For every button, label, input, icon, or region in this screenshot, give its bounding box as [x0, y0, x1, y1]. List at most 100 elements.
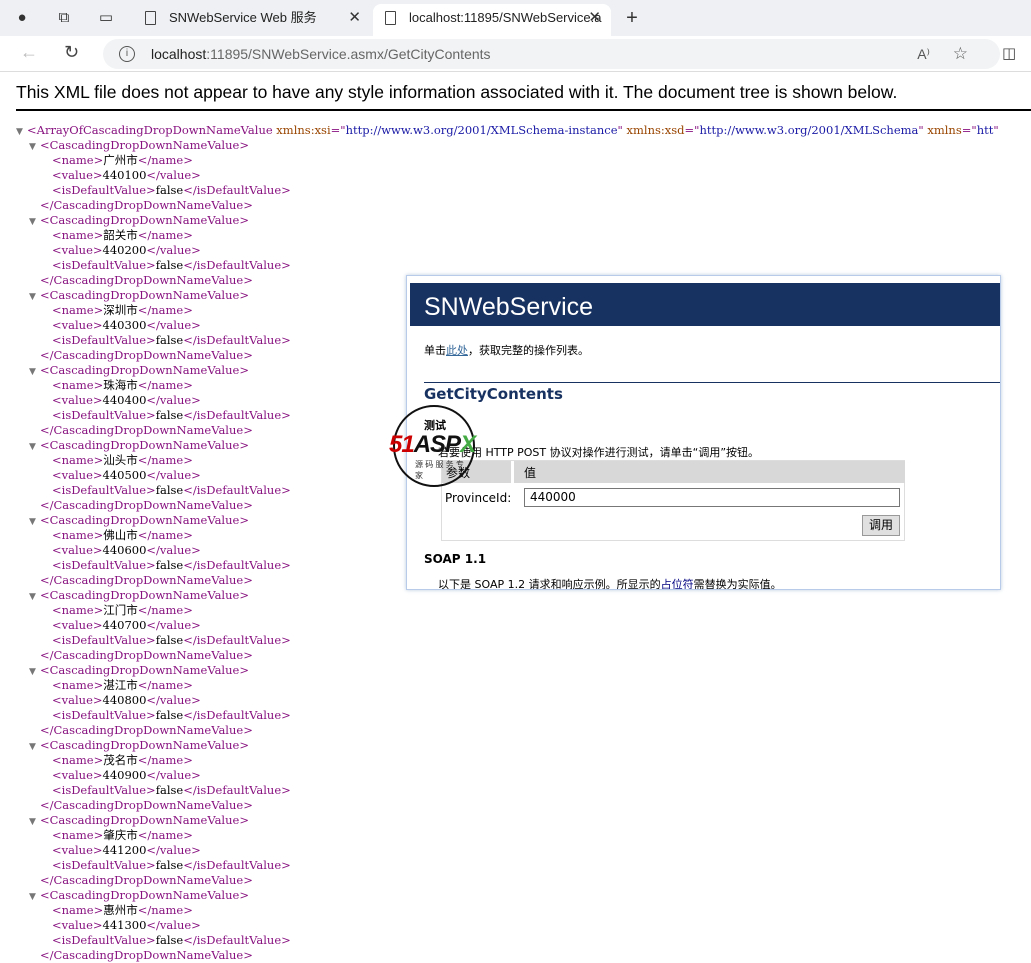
close-tag: </isDefaultValue>: [183, 708, 291, 722]
invoke-button[interactable]: 调用: [862, 515, 900, 536]
refresh-icon[interactable]: ↻: [64, 42, 79, 63]
item-open-tag: <CascadingDropDownNameValue>: [40, 663, 249, 677]
open-tag: <isDefaultValue>: [52, 333, 156, 347]
close-tag: </name>: [137, 678, 193, 692]
open-tag: <value>: [52, 918, 103, 932]
attr-value: http://www.w3.org/2001/XMLSchema-instanc…: [345, 123, 618, 137]
item-name: 广州市: [103, 153, 138, 167]
item-name: 惠州市: [103, 903, 138, 917]
collections-icon[interactable]: ⧉: [54, 8, 74, 28]
soap-suffix: 需替换为实际值。: [693, 578, 782, 590]
item-close-tag: </CascadingDropDownNameValue>: [40, 723, 253, 737]
open-tag: <isDefaultValue>: [52, 933, 156, 947]
new-tab-icon[interactable]: +: [622, 8, 642, 28]
item-isdefaultvalue: false: [155, 183, 184, 197]
xml-item-open: ▼ <CascadingDropDownNameValue>: [16, 813, 999, 828]
item-value: 440500: [102, 468, 147, 482]
intro-suffix: ，获取完整的操作列表。: [468, 344, 589, 357]
info-icon[interactable]: i: [119, 46, 135, 62]
tab-bar: ● ⧉ ▭ SNWebService Web 服务 ✕ localhost:118…: [0, 0, 1031, 36]
close-tab-icon[interactable]: ✕: [588, 4, 601, 32]
operations-list-link[interactable]: 此处: [446, 344, 468, 357]
attr-eq: =": [684, 123, 700, 137]
close-tag: </value>: [146, 243, 201, 257]
item-isdefaultvalue: false: [155, 858, 184, 872]
read-aloud-icon[interactable]: A⁾: [917, 39, 930, 69]
close-tab-icon[interactable]: ✕: [348, 4, 361, 32]
back-icon[interactable]: ←: [20, 42, 38, 63]
item-close-tag: </CascadingDropDownNameValue>: [40, 498, 253, 512]
close-tag: </isDefaultValue>: [183, 483, 291, 497]
item-close-tag: </CascadingDropDownNameValue>: [40, 798, 253, 812]
favorite-star-icon[interactable]: ☆: [953, 39, 968, 69]
xml-item-close: </CascadingDropDownNameValue>: [16, 798, 999, 813]
item-name: 茂名市: [103, 753, 138, 767]
soap-heading: SOAP 1.1: [424, 552, 487, 566]
xml-field-value: <value>440100</value>: [16, 168, 999, 183]
tab-getcitycontents[interactable]: localhost:11895/SNWebService.a ✕: [373, 4, 611, 36]
province-id-input[interactable]: 440000: [524, 488, 900, 507]
item-value: 441200: [102, 843, 147, 857]
xml-field-name: <name>韶关市</name>: [16, 228, 999, 243]
open-tag: <value>: [52, 393, 103, 407]
open-tag: <name>: [52, 678, 104, 692]
item-value: 440400: [102, 393, 147, 407]
webservice-test-page: SNWebService 单击此处，获取完整的操作列表。 GetCityCont…: [406, 275, 1001, 590]
xml-field-isdefaultvalue: <isDefaultValue>false</isDefaultValue>: [16, 708, 999, 723]
split-screen-icon[interactable]: ◫: [1002, 44, 1016, 62]
open-tag: <value>: [52, 693, 103, 707]
close-tag: </isDefaultValue>: [183, 333, 291, 347]
close-tag: </name>: [137, 828, 193, 842]
close-tag: </isDefaultValue>: [183, 183, 291, 197]
xml-field-name: <name>湛江市</name>: [16, 678, 999, 693]
51aspx-watermark-logo: 51ASPX 源 码 服 务 专 家: [389, 405, 476, 487]
placeholder-link[interactable]: 占位符: [661, 578, 694, 589]
open-tag: <name>: [52, 153, 104, 167]
xml-item-close: </CascadingDropDownNameValue>: [16, 873, 999, 888]
page-icon: [385, 11, 396, 25]
close-tag: </isDefaultValue>: [183, 258, 291, 272]
attr-name: xmlns: [923, 123, 962, 137]
open-tag: <isDefaultValue>: [52, 408, 156, 422]
close-tag: </isDefaultValue>: [183, 858, 291, 872]
tab-actions-icon[interactable]: ▭: [96, 8, 116, 28]
value-header: 值: [514, 461, 905, 483]
item-isdefaultvalue: false: [155, 558, 184, 572]
url-input[interactable]: i localhost:11895/SNWebService.asmx/GetC…: [103, 39, 1000, 69]
xml-item-close: </CascadingDropDownNameValue>: [16, 198, 999, 213]
close-tag: </value>: [146, 543, 201, 557]
close-tag: </name>: [137, 453, 193, 467]
open-tag: <isDefaultValue>: [52, 183, 156, 197]
soap-description: 以下是 SOAP 1.2 请求和响应示例。所显示的占位符需替换为实际值。: [438, 576, 782, 590]
xml-field-value: <value>441200</value>: [16, 843, 999, 858]
close-tag: </isDefaultValue>: [183, 783, 291, 797]
intro-prefix: 单击: [424, 344, 446, 357]
close-tag: </name>: [137, 603, 193, 617]
close-tag: </name>: [137, 528, 193, 542]
close-tag: </value>: [146, 468, 201, 482]
item-name: 佛山市: [103, 528, 138, 542]
profile-icon[interactable]: ●: [12, 8, 32, 28]
open-tag: <name>: [52, 378, 104, 392]
item-value: 440700: [102, 618, 147, 632]
item-name: 珠海市: [103, 378, 138, 392]
close-tag: </name>: [137, 753, 193, 767]
open-tag: <name>: [52, 303, 104, 317]
xml-field-isdefaultvalue: <isDefaultValue>false</isDefaultValue>: [16, 633, 999, 648]
xml-item-open: ▼ <CascadingDropDownNameValue>: [16, 213, 999, 228]
xml-field-isdefaultvalue: <isDefaultValue>false</isDefaultValue>: [16, 258, 999, 273]
tab-label: localhost:11895/SNWebService.a: [409, 10, 602, 25]
province-id-label: ProvinceId:: [445, 491, 512, 505]
xml-field-value: <value>440800</value>: [16, 693, 999, 708]
item-isdefaultvalue: false: [155, 633, 184, 647]
close-tag: </value>: [146, 918, 201, 932]
item-value: 440600: [102, 543, 147, 557]
tab-label: SNWebService Web 服务: [169, 10, 317, 25]
xml-field-value: <value>440200</value>: [16, 243, 999, 258]
open-tag: <value>: [52, 468, 103, 482]
item-value: 441300: [102, 918, 147, 932]
open-tag: <isDefaultValue>: [52, 558, 156, 572]
tab-webservice[interactable]: SNWebService Web 服务 ✕: [133, 4, 371, 36]
attr-name: xmlns:xsi: [272, 123, 331, 137]
xml-field-name: <name>茂名市</name>: [16, 753, 999, 768]
